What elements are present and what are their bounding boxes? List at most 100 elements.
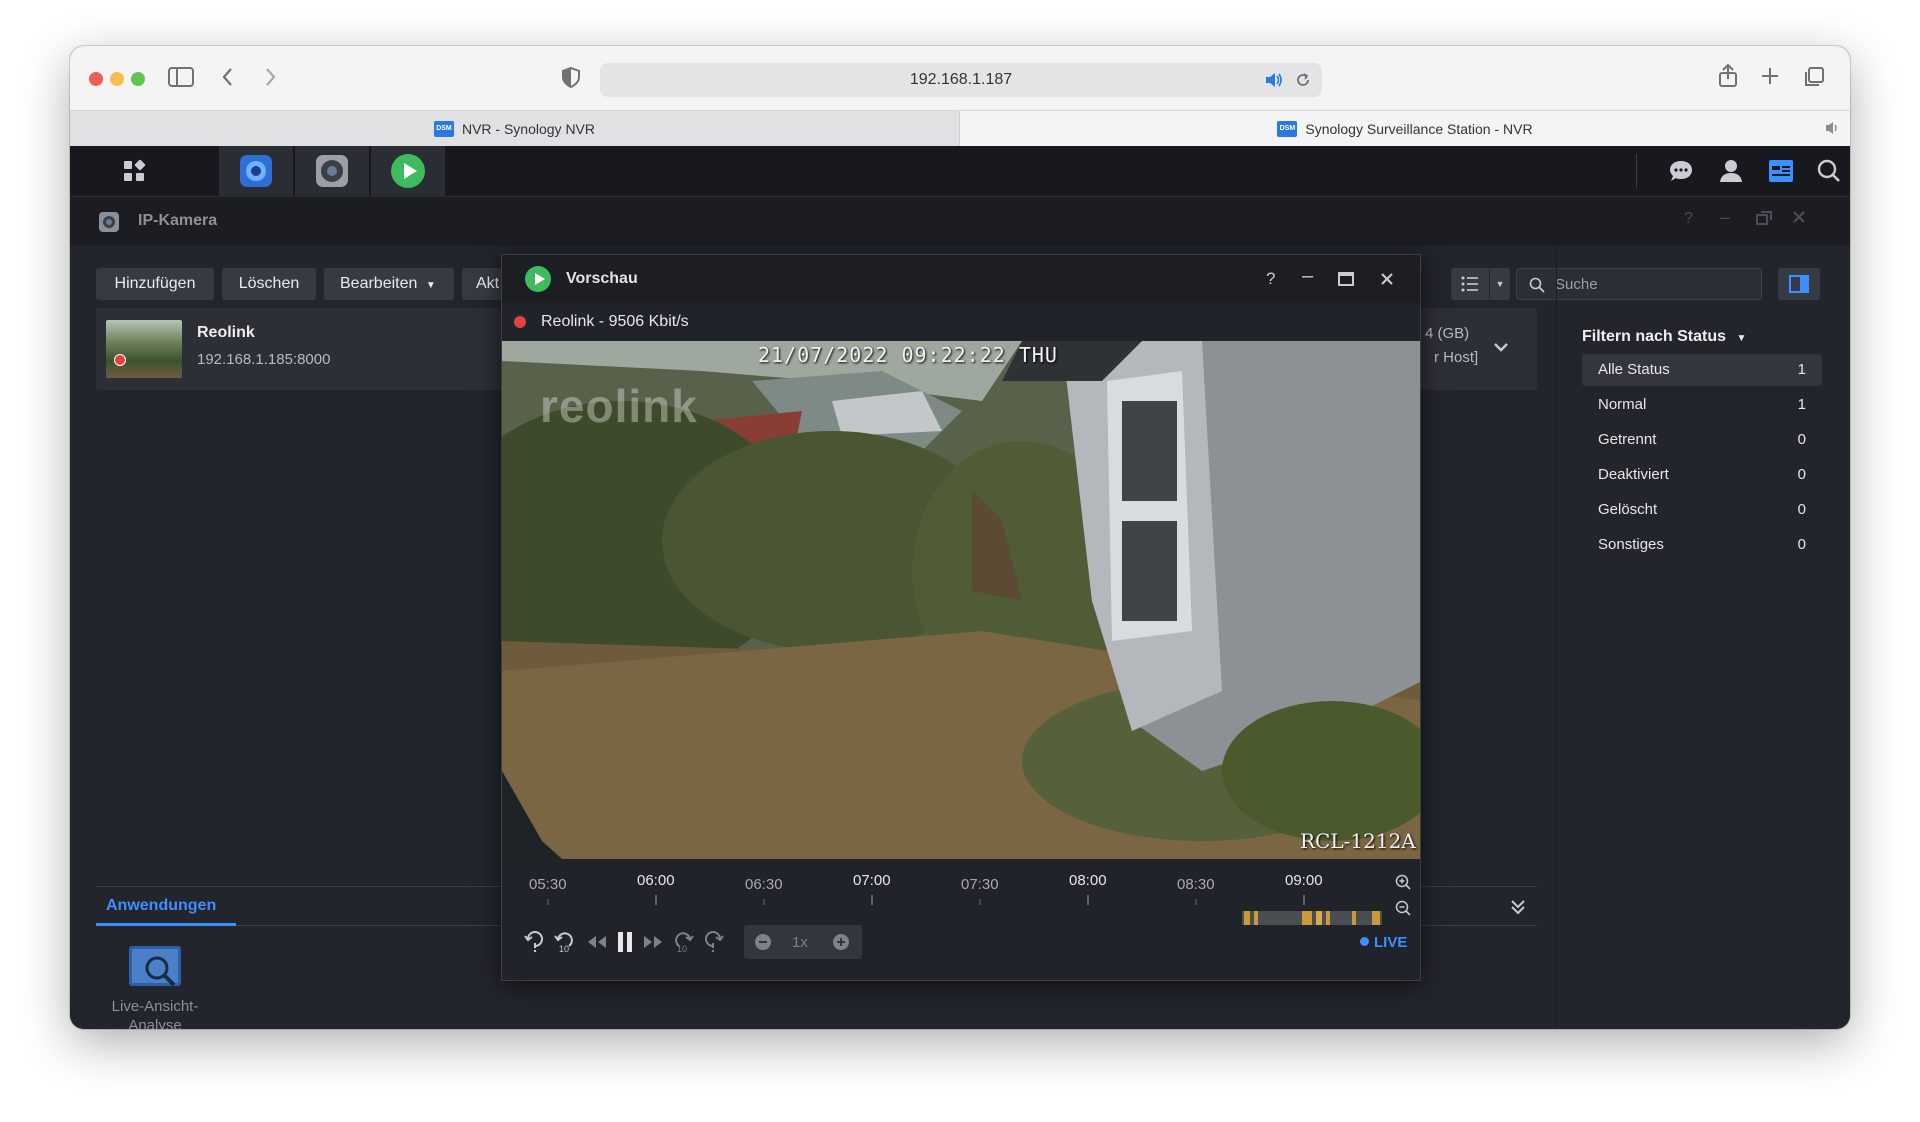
filter-title[interactable]: Filtern nach Status ▼ bbox=[1582, 328, 1746, 346]
forward-10-icon[interactable]: 10 bbox=[672, 929, 694, 953]
taskbar-app-surveillance[interactable] bbox=[219, 146, 293, 196]
app-live-analysis[interactable]: Live-Ansicht-Analyse bbox=[108, 944, 202, 1029]
filter-count: 0 bbox=[1797, 536, 1806, 553]
preview-window[interactable]: Vorschau ? – Reolink - 9506 Kbit/s 21/07… bbox=[501, 254, 1421, 981]
filter-label: Deaktiviert bbox=[1598, 466, 1669, 483]
app-title-bar: IP-Kamera ? – bbox=[70, 196, 1850, 246]
user-button[interactable] bbox=[1708, 146, 1754, 196]
tab-overview-icon[interactable] bbox=[1803, 66, 1825, 93]
chat-icon bbox=[1670, 161, 1692, 181]
app-live-analysis-label: Live-Ansicht-Analyse bbox=[111, 998, 199, 1029]
zoom-out-icon[interactable] bbox=[1395, 900, 1411, 916]
search-icon bbox=[1817, 159, 1840, 182]
filter-label: Getrennt bbox=[1598, 431, 1657, 448]
forward-icon[interactable] bbox=[262, 66, 278, 93]
tab-label: Synology Surveillance Station - NVR bbox=[1305, 120, 1533, 137]
timeline-label: 06:00 bbox=[637, 872, 675, 889]
live-dot bbox=[1360, 937, 1369, 946]
delete-button[interactable]: Löschen bbox=[222, 268, 316, 300]
minimize-window-button[interactable] bbox=[110, 72, 124, 86]
share-icon[interactable] bbox=[1717, 63, 1739, 93]
filter-item-other[interactable]: Sonstiges 0 bbox=[1582, 529, 1822, 561]
sidebar-toggle-icon[interactable] bbox=[168, 66, 194, 93]
rewind-10-icon[interactable]: 10 bbox=[554, 929, 576, 953]
tab-applications[interactable]: Anwendungen bbox=[96, 886, 236, 926]
search-field[interactable]: Suche bbox=[1516, 268, 1762, 300]
notifications-button[interactable] bbox=[1658, 146, 1704, 196]
grid-icon bbox=[124, 159, 146, 181]
preview-title-bar[interactable]: Vorschau ? – bbox=[502, 255, 1420, 303]
help-icon[interactable]: ? bbox=[1684, 210, 1693, 228]
speed-down-icon[interactable] bbox=[754, 933, 772, 951]
browser-tab-bar: DSM NVR - Synology NVR DSM Synology Surv… bbox=[70, 110, 1850, 146]
panel-toggle-button[interactable] bbox=[1778, 268, 1820, 300]
live-button[interactable]: LIVE bbox=[1360, 934, 1407, 952]
add-button[interactable]: Hinzufügen bbox=[96, 268, 214, 300]
search-button[interactable] bbox=[1806, 146, 1850, 196]
new-tab-icon[interactable] bbox=[1760, 66, 1780, 91]
filter-label: Alle Status bbox=[1598, 361, 1670, 378]
reload-icon[interactable] bbox=[1294, 71, 1312, 94]
filter-count: 1 bbox=[1797, 361, 1806, 378]
view-list-button[interactable] bbox=[1451, 268, 1489, 300]
zoom-in-icon[interactable] bbox=[1395, 874, 1411, 890]
ip-camera-icon bbox=[98, 211, 120, 238]
filter-item-normal[interactable]: Normal 1 bbox=[1582, 389, 1822, 421]
browser-window: 192.168.1.187 DSM NVR - Synology NVR DSM… bbox=[70, 46, 1850, 1029]
dsm-icon: DSM bbox=[1277, 120, 1298, 137]
collapse-panel-icon[interactable] bbox=[1510, 898, 1526, 921]
camera-storage: 4 (GB) bbox=[1425, 325, 1470, 342]
fast-rewind-icon[interactable] bbox=[586, 934, 608, 950]
live-label: LIVE bbox=[1374, 934, 1408, 951]
zoom-window-button[interactable] bbox=[131, 72, 145, 86]
preview-title: Vorschau bbox=[566, 270, 638, 287]
list-icon bbox=[1461, 276, 1478, 292]
edit-button[interactable]: Bearbeiten ▼ bbox=[324, 268, 454, 300]
camera-address: 192.168.1.185:8000 bbox=[197, 351, 331, 368]
privacy-shield-icon[interactable] bbox=[561, 66, 581, 93]
side-panel-icon bbox=[1789, 275, 1809, 293]
expand-chevron-icon[interactable] bbox=[1493, 340, 1509, 358]
search-placeholder: Suche bbox=[1555, 276, 1598, 293]
tab-nvr[interactable]: DSM NVR - Synology NVR bbox=[70, 111, 960, 146]
play-icon bbox=[525, 266, 551, 292]
help-icon[interactable]: ? bbox=[1266, 269, 1275, 289]
filter-item-disabled[interactable]: Deaktiviert 0 bbox=[1582, 459, 1822, 491]
main-menu-button[interactable] bbox=[97, 146, 171, 196]
speed-up-icon[interactable] bbox=[832, 933, 850, 951]
fast-forward-icon[interactable] bbox=[642, 934, 664, 950]
widgets-button[interactable] bbox=[1758, 146, 1804, 196]
minimize-icon[interactable]: – bbox=[1302, 265, 1313, 288]
camera-app-icon bbox=[316, 155, 348, 187]
jump-end-icon[interactable] bbox=[702, 929, 724, 953]
user-icon bbox=[1720, 160, 1742, 182]
filter-item-all[interactable]: Alle Status 1 bbox=[1582, 354, 1822, 386]
speed-control[interactable]: 1x bbox=[744, 925, 862, 959]
app-title: IP-Kamera bbox=[138, 212, 218, 229]
jump-start-icon[interactable] bbox=[524, 929, 546, 953]
taskbar-app-preview[interactable] bbox=[371, 146, 445, 196]
widgets-icon bbox=[1769, 160, 1793, 182]
tab-audio-icon[interactable] bbox=[1824, 120, 1842, 141]
tab-surveillance-station[interactable]: DSM Synology Surveillance Station - NVR bbox=[960, 111, 1850, 146]
close-icon[interactable] bbox=[1792, 210, 1806, 229]
view-dropdown-icon[interactable]: ▼ bbox=[1490, 268, 1510, 300]
filter-item-disconnected[interactable]: Getrennt 0 bbox=[1582, 424, 1822, 456]
speaker-icon[interactable] bbox=[1264, 71, 1284, 94]
close-icon[interactable] bbox=[1380, 272, 1394, 286]
camera-host: r Host] bbox=[1434, 349, 1479, 366]
maximize-icon[interactable] bbox=[1338, 272, 1354, 286]
back-icon[interactable] bbox=[220, 66, 236, 93]
filter-count: 0 bbox=[1797, 501, 1806, 518]
address-bar[interactable]: 192.168.1.187 bbox=[600, 63, 1322, 97]
filter-count: 1 bbox=[1797, 396, 1806, 413]
restore-icon[interactable] bbox=[1756, 211, 1772, 230]
pause-icon[interactable] bbox=[616, 931, 634, 953]
minimize-icon[interactable]: – bbox=[1720, 207, 1730, 228]
close-window-button[interactable] bbox=[89, 72, 103, 86]
filter-item-deleted[interactable]: Gelöscht 0 bbox=[1582, 494, 1822, 526]
camera-feed[interactable]: 21/07/2022 09:22:22 THU reolink RCL-1212… bbox=[502, 341, 1420, 859]
svg-text:10: 10 bbox=[559, 944, 569, 953]
speed-value: 1x bbox=[792, 934, 808, 951]
taskbar-app-ip-camera[interactable] bbox=[295, 146, 369, 196]
